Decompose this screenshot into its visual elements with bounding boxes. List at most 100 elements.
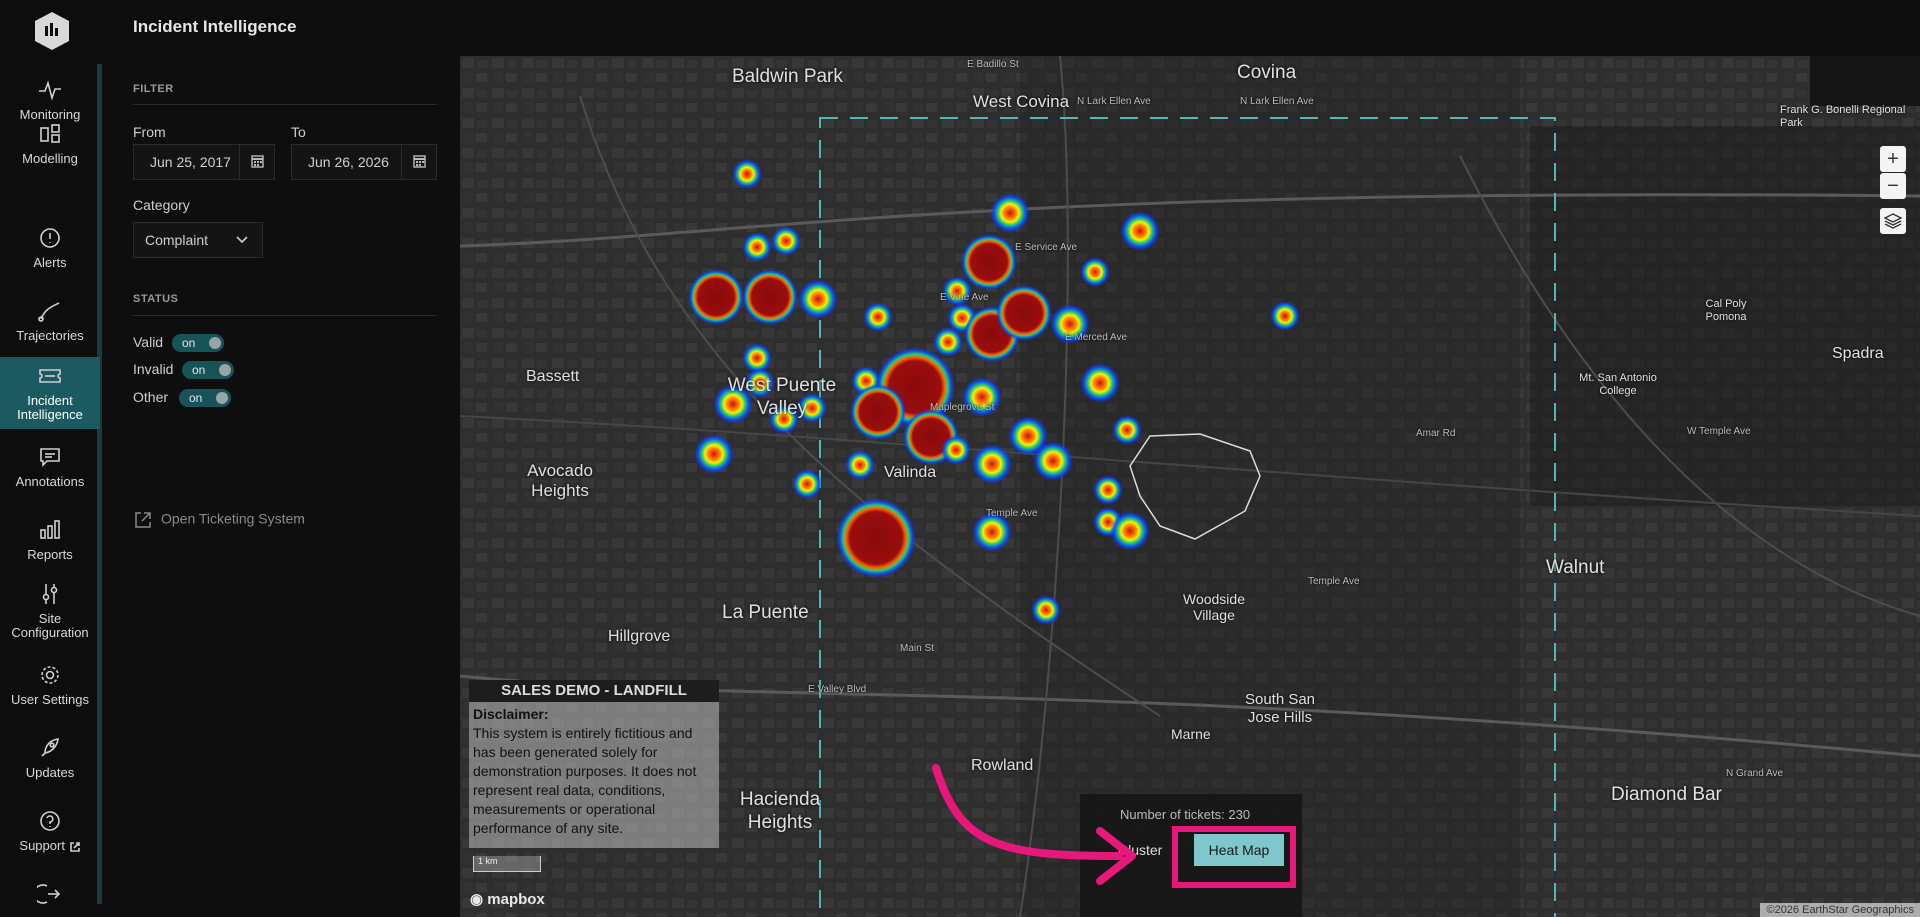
cluster-button[interactable]: Cluster: [1118, 842, 1162, 858]
map-scale: 1 km: [473, 856, 541, 872]
heat-spot: [850, 384, 906, 440]
heat-spot: [1112, 415, 1142, 445]
zoom-in-button[interactable]: +: [1880, 146, 1906, 172]
app-logo-icon[interactable]: [32, 10, 72, 52]
page-title: Incident Intelligence: [133, 17, 297, 36]
place-label: Baldwin Park: [732, 66, 843, 87]
sidebar-item-annotations[interactable]: Annotations: [0, 445, 100, 489]
sidebar-item-modelling[interactable]: Modelling: [0, 122, 100, 166]
sidebar-item-support[interactable]: Support: [0, 809, 100, 853]
heat-spot: [845, 450, 875, 480]
disclaimer-body: This system is entirely fictitious and h…: [473, 725, 697, 836]
status-other-label: Other: [133, 389, 169, 405]
ticket-icon: [39, 369, 61, 383]
sidebar-item-label: Annotations: [15, 474, 85, 489]
sidebar-item-label: Alerts: [33, 255, 67, 270]
street-label: E Service Ave: [1015, 242, 1078, 253]
street-label: E Valley Blvd: [808, 684, 867, 695]
heat-spot: [688, 269, 744, 325]
place-label: Walnut: [1546, 557, 1605, 578]
mapbox-logo[interactable]: ◉ mapbox: [470, 890, 545, 908]
sidebar-item-label: Support: [19, 838, 65, 853]
mapbox-logo-icon: ◉: [470, 891, 484, 908]
to-calendar-button[interactable]: [401, 145, 436, 179]
street-label: W Temple Ave: [1687, 426, 1751, 437]
sidebar-item-incident-intelligence[interactable]: Incident Intelligence: [0, 357, 100, 429]
street-label: Maplegrove St: [930, 402, 995, 413]
place-label: Mt. San Antonio College: [1579, 372, 1657, 397]
street-label: N Grand Ave: [1726, 768, 1784, 779]
calendar-icon: [251, 155, 264, 168]
sidebar-item-site-configuration[interactable]: Site Configuration: [0, 582, 100, 640]
place-label: Hillgrove: [608, 628, 671, 645]
category-select[interactable]: Complaint: [133, 222, 263, 258]
status-invalid-label: Invalid: [133, 361, 174, 377]
heat-spot: [694, 434, 734, 474]
place-label: Cal Poly Pomona: [1705, 298, 1747, 323]
heat-spot: [1080, 363, 1120, 403]
status-other-toggle[interactable]: on: [179, 389, 231, 407]
heat-spot: [933, 327, 963, 357]
sidebar-item-user-settings[interactable]: User Settings: [0, 663, 100, 707]
sliders-icon: [42, 584, 58, 604]
sidebar-item-label: Trajectories: [16, 328, 84, 343]
sidebar-item-alerts[interactable]: Alerts: [0, 226, 100, 270]
sidebar-item-reports[interactable]: Reports: [0, 518, 100, 562]
map-canvas[interactable]: Baldwin Park West Covina Covina West Pue…: [460, 56, 1920, 917]
divider: [133, 315, 437, 316]
layers-button[interactable]: [1880, 208, 1906, 234]
sidebar-item-label: Site Configuration: [11, 611, 89, 640]
rocket-icon: [41, 738, 59, 757]
from-date-field[interactable]: Jun 25, 2017: [133, 144, 275, 180]
sidebar-item-label: Modelling: [22, 151, 78, 166]
heat-spot: [732, 159, 762, 189]
street-label: N Lark Ellen Ave: [1077, 96, 1151, 107]
sidebar-item-label: Reports: [27, 547, 73, 562]
sidebar-item-label: Updates: [25, 765, 75, 780]
toggle-text: on: [182, 336, 196, 350]
heat-spot: [972, 444, 1012, 484]
sidebar-item-label: User Settings: [10, 692, 90, 707]
trajectory-icon: [38, 302, 60, 322]
modelling-icon: [40, 124, 60, 143]
disclaimer-title: Disclaimer:: [473, 706, 549, 722]
calendar-icon: [413, 155, 426, 168]
from-label: From: [133, 124, 166, 140]
from-date-value: Jun 25, 2017: [150, 154, 231, 170]
filter-section-title: FILTER: [133, 83, 174, 95]
place-label: West Puente Valley: [727, 375, 837, 419]
heat-spot: [941, 435, 971, 465]
sidebar-item-logout[interactable]: [0, 882, 100, 912]
street-label: E Merced Ave: [1065, 332, 1128, 343]
help-icon: [40, 811, 60, 831]
heat-spot: [1120, 211, 1160, 251]
from-calendar-button[interactable]: [239, 145, 274, 179]
heat-spot: [771, 226, 801, 256]
sidebar-item-trajectories[interactable]: Trajectories: [0, 299, 100, 343]
toggle-knob: [219, 364, 231, 376]
heat-spot: [792, 469, 822, 499]
to-date-field[interactable]: Jun 26, 2026: [291, 144, 437, 180]
street-label: N Lark Ellen Ave: [1240, 96, 1314, 107]
heat-spot: [742, 269, 798, 325]
gear-icon: [41, 666, 59, 684]
place-label: Hacienda Heights: [739, 789, 821, 833]
place-label: Valinda: [884, 464, 937, 481]
zoom-out-button[interactable]: −: [1880, 173, 1906, 199]
sidebar-item-monitoring[interactable]: Monitoring: [0, 78, 100, 122]
sidebar-item-updates[interactable]: Updates: [0, 736, 100, 780]
bar-chart-icon: [40, 520, 60, 539]
open-ticketing-link[interactable]: Open Ticketing System: [133, 510, 305, 530]
map-attribution[interactable]: ©2026 EarthStar Geographics: [1760, 903, 1920, 917]
category-value: Complaint: [145, 232, 209, 248]
status-valid-toggle[interactable]: on: [172, 334, 224, 352]
disclaimer-heading: SALES DEMO - LANDFILL: [469, 680, 719, 702]
place-label: Bassett: [526, 368, 580, 385]
alert-icon: [40, 228, 60, 248]
chevron-down-icon: [236, 236, 248, 244]
heat-spot: [1031, 595, 1061, 625]
status-invalid-toggle[interactable]: on: [182, 361, 234, 379]
layers-icon: [1883, 213, 1903, 229]
toggle-text: on: [189, 391, 203, 405]
place-label: South San Jose Hills: [1244, 691, 1316, 726]
